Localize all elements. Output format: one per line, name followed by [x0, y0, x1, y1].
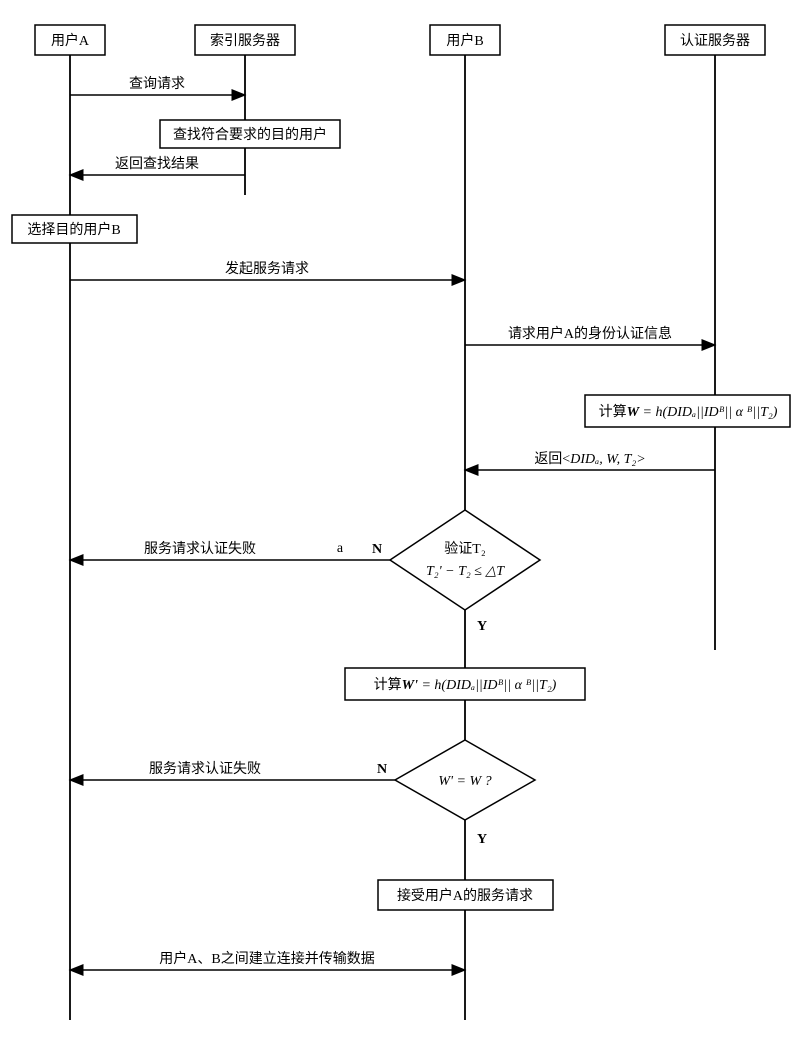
action-label: 接受用户A的服务请求	[397, 887, 533, 904]
actor-label: 用户B	[446, 32, 483, 49]
action-label: 计算W = h(DIDₐ||IDᴮ|| α ᴮ||T₂)	[599, 404, 778, 420]
actor-label: 认证服务器	[680, 33, 750, 49]
action-label: 查找符合要求的目的用户	[173, 126, 327, 143]
msg-label: 服务请求认证失败	[149, 761, 261, 777]
action-label: 计算W' = h(DIDₐ||IDᴮ|| α ᴮ||T₂)	[374, 677, 557, 693]
msg-label: 服务请求认证失败	[144, 541, 256, 557]
decision-verify-t2	[390, 510, 540, 610]
sequence-diagram: 用户A 索引服务器 用户B 认证服务器 查询请求 查找符合要求的目的用户 返回查…	[0, 0, 800, 1050]
msg-label: 请求用户A的身份认证信息	[508, 325, 672, 342]
annotation-a: a	[337, 541, 344, 556]
decision-label: 验证T₂	[444, 541, 486, 557]
decision-label: W' = W ?	[438, 774, 491, 789]
branch-n2: N	[377, 762, 387, 777]
actor-user-a: 用户A	[35, 25, 105, 55]
branch-y: Y	[477, 619, 487, 634]
branch-y2: Y	[477, 832, 487, 847]
msg-label: 发起服务请求	[225, 261, 309, 277]
decision-label2: T₂' − T₂ ≤ △T	[426, 564, 505, 579]
actor-index-server: 索引服务器	[195, 25, 295, 55]
actor-auth-server: 认证服务器	[665, 25, 765, 55]
actor-user-b: 用户B	[430, 25, 500, 55]
actor-label: 索引服务器	[210, 32, 280, 49]
msg-label: 返回<DIDₐ, W, T₂>	[534, 451, 645, 467]
actor-label: 用户A	[51, 32, 90, 49]
msg-label: 返回查找结果	[115, 156, 199, 172]
action-label: 选择目的用户B	[27, 221, 120, 238]
branch-n: N	[372, 542, 382, 557]
msg-label: 用户A、B之间建立连接并传输数据	[159, 950, 374, 967]
msg-label: 查询请求	[129, 76, 185, 92]
